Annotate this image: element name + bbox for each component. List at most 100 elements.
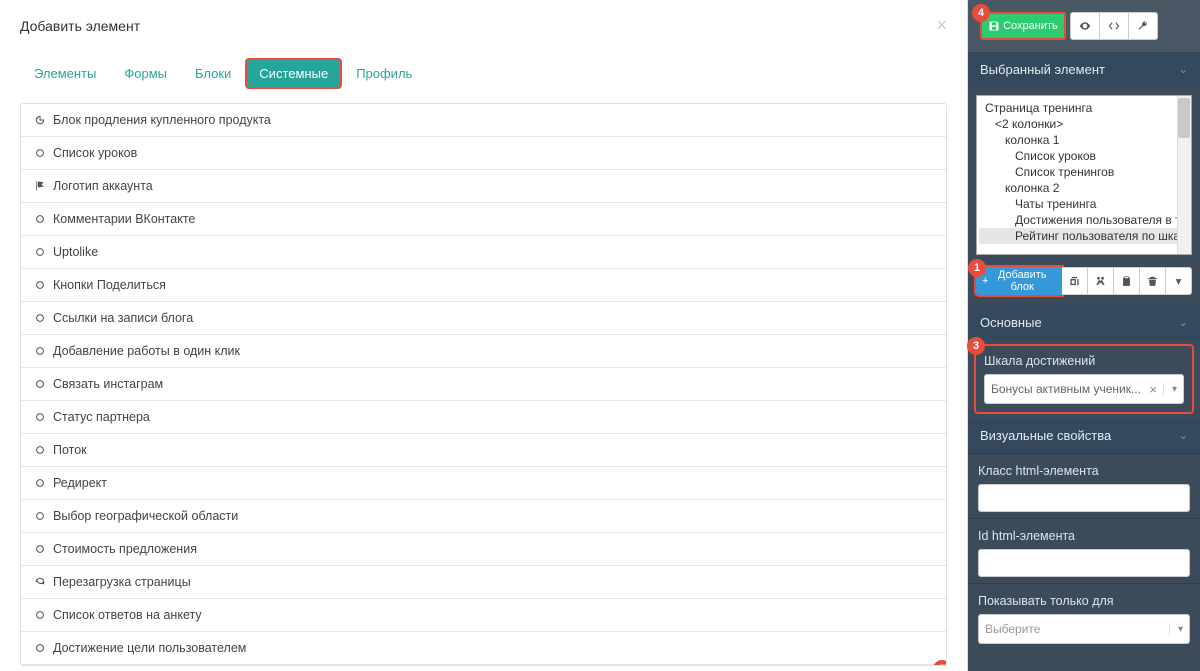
element-tree[interactable]: Страница тренинга<2 колонки>колонка 1Спи…: [976, 95, 1192, 255]
list-item[interactable]: Редирект: [21, 467, 946, 500]
tree-row[interactable]: Чаты тренинга: [979, 196, 1189, 212]
wrench-icon: [1137, 20, 1149, 32]
tab-forms[interactable]: Формы: [110, 58, 181, 89]
list-item[interactable]: Статус партнера: [21, 401, 946, 434]
tab-blocks[interactable]: Блоки: [181, 58, 245, 89]
list-item[interactable]: Кнопки Поделиться: [21, 269, 946, 302]
circle-icon: [33, 510, 47, 522]
paste-button[interactable]: [1114, 267, 1140, 295]
show-only-select[interactable]: Выберите ▾: [978, 614, 1190, 644]
list-item-label: Комментарии ВКонтакте: [53, 212, 195, 226]
modal-title: Добавить элемент: [20, 18, 140, 34]
modal-header: Добавить элемент ×: [20, 15, 947, 50]
section-main-props[interactable]: Основные ⌄: [968, 305, 1200, 340]
tab-system[interactable]: Системные: [245, 58, 342, 89]
tree-row[interactable]: Список тренингов: [979, 164, 1189, 180]
annotation-badge-1: 1: [968, 259, 986, 277]
tree-row[interactable]: <2 колонки>: [979, 116, 1189, 132]
caret-down-icon[interactable]: ▾: [1163, 384, 1177, 395]
class-property: Класс html-элемента: [968, 453, 1200, 518]
tab-profile[interactable]: Профиль: [342, 58, 426, 89]
annotation-badge-3: 3: [967, 337, 985, 355]
caret-down-icon[interactable]: ▾: [1169, 624, 1183, 635]
save-button[interactable]: Сохранить: [980, 12, 1066, 40]
tab-bar: Элементы Формы Блоки Системные Профиль: [20, 50, 947, 103]
list-item[interactable]: Выбор географической области: [21, 500, 946, 533]
list-item[interactable]: Логотип аккаунта: [21, 170, 946, 203]
code-button[interactable]: [1100, 12, 1129, 40]
list-item[interactable]: Перезагрузка страницы: [21, 566, 946, 599]
list-item-label: Ссылки на записи блога: [53, 311, 193, 325]
cut-button[interactable]: [1088, 267, 1114, 295]
tree-row[interactable]: Достижения пользователя в тр: [979, 212, 1189, 228]
preview-button[interactable]: [1070, 12, 1100, 40]
delete-button[interactable]: [1140, 267, 1166, 295]
list-item-label: Список ответов на анкету: [53, 608, 202, 622]
block-action-row: 1 +Добавить блок ▾: [976, 267, 1192, 295]
list-item[interactable]: Список ответов на анкету: [21, 599, 946, 632]
code-icon: [1108, 20, 1120, 32]
tree-row[interactable]: колонка 1: [979, 132, 1189, 148]
tree-row[interactable]: Список уроков: [979, 148, 1189, 164]
list-item[interactable]: Блок продления купленного продукта: [21, 104, 946, 137]
list-item[interactable]: Uptolike: [21, 236, 946, 269]
copy-button[interactable]: [1062, 267, 1088, 295]
list-item[interactable]: Связать инстаграм: [21, 368, 946, 401]
refresh-icon: [33, 576, 47, 588]
trash-icon: [1147, 275, 1158, 287]
section-selected-element[interactable]: Выбранный элемент ⌄: [968, 52, 1200, 87]
id-property: Id html-элемента: [968, 518, 1200, 583]
class-input[interactable]: [978, 484, 1190, 512]
history-icon: [33, 114, 47, 126]
tree-scrollbar[interactable]: [1177, 96, 1191, 254]
circle-icon: [33, 444, 47, 456]
list-item-label: Поток: [53, 443, 87, 457]
circle-icon: [33, 477, 47, 489]
list-item-label: Связать инстаграм: [53, 377, 163, 391]
scale-select[interactable]: Бонусы активным ученик... × ▾: [984, 374, 1184, 404]
list-item-label: Uptolike: [53, 245, 98, 259]
flag-icon: [33, 180, 47, 192]
chevron-down-icon: ⌄: [1179, 63, 1188, 76]
list-item-label: Достижение цели пользователем: [53, 641, 246, 655]
add-block-button[interactable]: +Добавить блок: [976, 267, 1062, 295]
list-item-label: Стоимость предложения: [53, 542, 197, 556]
clear-icon[interactable]: ×: [1143, 382, 1163, 397]
top-toolbar: Сохранить 4: [968, 0, 1200, 52]
list-item[interactable]: Стоимость предложения: [21, 533, 946, 566]
list-item[interactable]: Достижение цели пользователем: [21, 632, 946, 665]
list-item[interactable]: Добавление работы в один клик: [21, 335, 946, 368]
list-item[interactable]: Ссылки на записи блога: [21, 302, 946, 335]
list-item[interactable]: Поток: [21, 434, 946, 467]
tab-elements[interactable]: Элементы: [20, 58, 110, 89]
circle-icon: [33, 279, 47, 291]
list-item-label: Добавление работы в один клик: [53, 344, 240, 358]
id-input[interactable]: [978, 549, 1190, 577]
list-item[interactable]: Комментарии ВКонтакте: [21, 203, 946, 236]
scale-label: Шкала достижений: [984, 354, 1184, 368]
section-visual-props[interactable]: Визуальные свойства ⌄: [968, 418, 1200, 453]
list-item-label: Перезагрузка страницы: [53, 575, 191, 589]
close-icon[interactable]: ×: [936, 15, 947, 36]
more-button[interactable]: ▾: [1166, 267, 1192, 295]
chevron-down-icon: ⌄: [1179, 429, 1188, 442]
list-item-label: Кнопки Поделиться: [53, 278, 166, 292]
annotation-badge-4: 4: [972, 4, 990, 22]
list-item-label: Блок продления купленного продукта: [53, 113, 271, 127]
list-item-label: Статус партнера: [53, 410, 150, 424]
element-list[interactable]: Блок продления купленного продукта Список…: [20, 103, 947, 666]
tree-row[interactable]: Рейтинг пользователя по шкале: [979, 228, 1189, 244]
save-icon: [988, 20, 1000, 32]
scale-property: 3 Шкала достижений Бонусы активным учени…: [974, 344, 1194, 414]
tree-row[interactable]: Страница тренинга: [979, 100, 1189, 116]
list-item[interactable]: Список уроков: [21, 137, 946, 170]
scissors-icon: [1095, 275, 1106, 287]
list-item-label: Логотип аккаунта: [53, 179, 153, 193]
tree-row[interactable]: колонка 2: [979, 180, 1189, 196]
circle-icon: [33, 642, 47, 654]
settings-button[interactable]: [1129, 12, 1158, 40]
circle-icon: [33, 213, 47, 225]
list-item-label: Выбор географической области: [53, 509, 238, 523]
circle-icon: [33, 312, 47, 324]
chevron-down-icon: ⌄: [1179, 316, 1188, 329]
